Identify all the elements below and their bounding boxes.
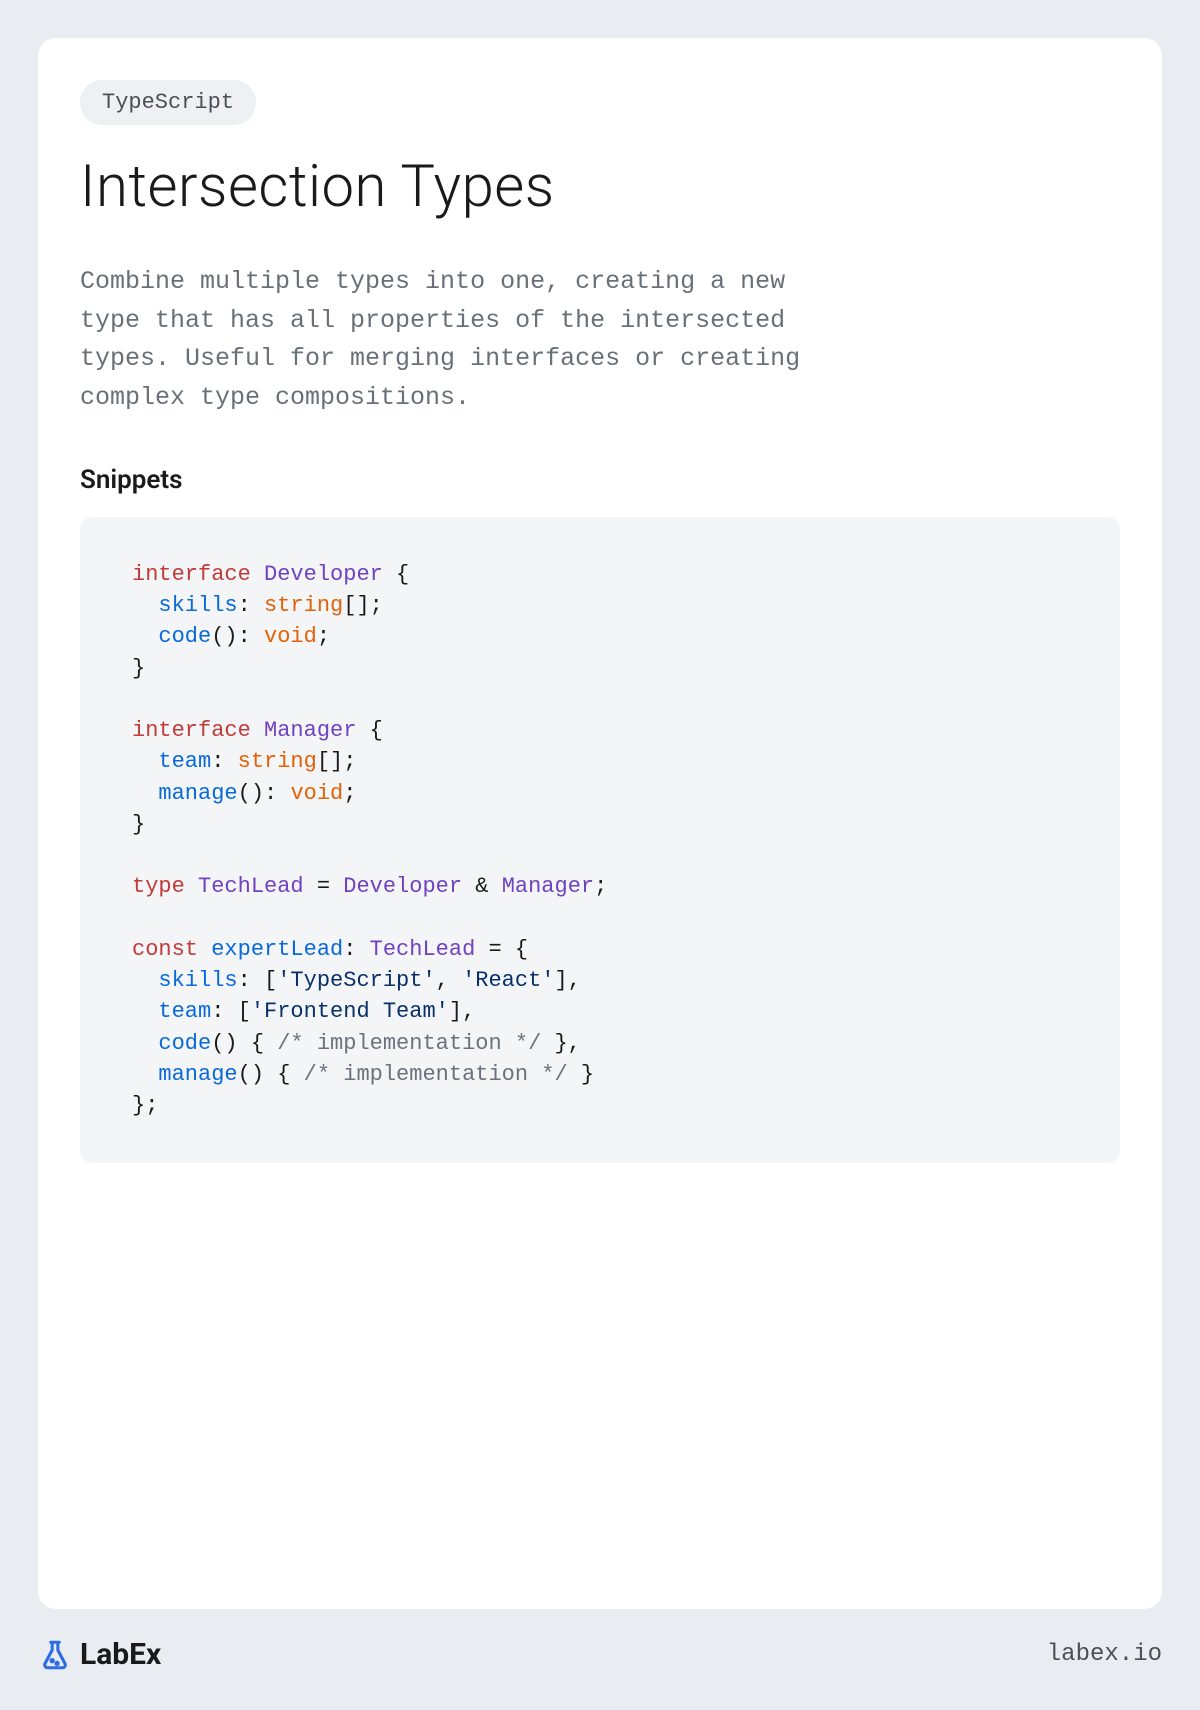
code-snippet: interface Developer { skills: string[]; …: [80, 517, 1120, 1163]
brand-name: LabEx: [80, 1637, 161, 1672]
flask-icon: [38, 1638, 72, 1672]
language-badge: TypeScript: [80, 80, 256, 125]
page-title: Intersection Types: [80, 153, 1120, 221]
brand-logo: LabEx: [38, 1637, 161, 1672]
snippets-heading: Snippets: [80, 465, 1120, 495]
description-text: Combine multiple types into one, creatin…: [80, 263, 860, 417]
site-url: labex.io: [1047, 1641, 1162, 1668]
content-card: TypeScript Intersection Types Combine mu…: [38, 38, 1162, 1609]
footer: LabEx labex.io: [38, 1609, 1162, 1672]
